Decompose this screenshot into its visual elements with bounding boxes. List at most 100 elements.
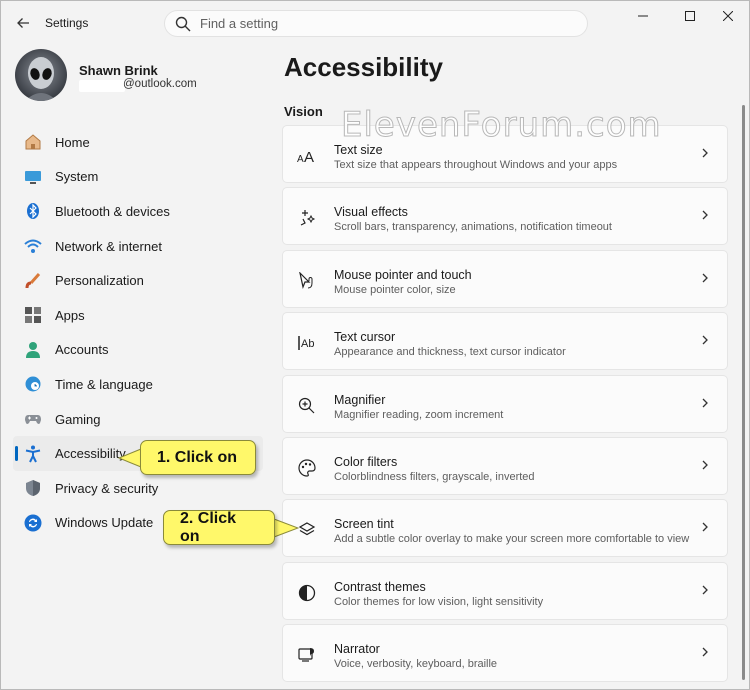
search-input[interactable] xyxy=(200,16,560,31)
contrast-icon xyxy=(297,583,317,603)
chevron-right-icon xyxy=(702,647,708,657)
card-subtitle: Text size that appears throughout Window… xyxy=(334,159,618,171)
sidebar-item-label: Time & language xyxy=(55,376,153,392)
sidebar-item-time-language[interactable]: Time & language xyxy=(13,367,263,402)
card-narrator[interactable]: Narrator Voice, verbosity, keyboard, bra… xyxy=(282,624,728,683)
minimize-button[interactable] xyxy=(620,1,666,31)
callout-text: 1. Click on xyxy=(157,448,238,466)
svg-text:A: A xyxy=(304,149,314,163)
chevron-right-icon xyxy=(702,273,708,283)
sidebar-item-label: Personalization xyxy=(55,273,144,289)
text-cursor-icon: Ab xyxy=(297,333,317,353)
sidebar-item-accounts[interactable]: Accounts xyxy=(13,333,263,368)
chevron-right-icon xyxy=(702,210,708,220)
maximize-icon xyxy=(685,11,695,21)
chevron-right-icon xyxy=(702,335,708,345)
card-subtitle: Voice, verbosity, keyboard, braille xyxy=(334,658,498,671)
apps-icon xyxy=(24,306,42,324)
card-subtitle: Scroll bars, transparency, animations, n… xyxy=(334,221,612,234)
bluetooth-icon xyxy=(24,202,42,220)
card-magnifier[interactable]: Magnifier Magnifier reading, zoom increm… xyxy=(282,374,728,433)
callout-step-2: 2. Click on xyxy=(163,510,275,545)
sidebar-item-label: Gaming xyxy=(55,411,101,427)
app-title: Settings xyxy=(45,16,89,30)
sidebar-item-gaming[interactable]: Gaming xyxy=(13,402,263,437)
callout-pointer-2 xyxy=(273,518,299,538)
card-subtitle: Magnifier reading, zoom increment xyxy=(334,408,504,421)
sidebar-item-label: Accessibility xyxy=(55,446,126,462)
card-contrast-themes[interactable]: Contrast themes Color themes for low vis… xyxy=(282,561,728,620)
card-visual-effects[interactable]: Visual effects Scroll bars, transparency… xyxy=(282,187,728,246)
card-text-cursor[interactable]: Ab Text cursor Appearance and thickness,… xyxy=(282,312,728,371)
narrator-icon xyxy=(297,645,317,665)
search-box[interactable] xyxy=(164,10,588,37)
shield-icon xyxy=(24,479,42,497)
chevron-right-icon xyxy=(702,398,708,408)
update-icon xyxy=(24,514,42,532)
sidebar-item-apps[interactable]: Apps xyxy=(13,298,263,333)
sidebar-item-label: Apps xyxy=(55,307,85,323)
card-screen-tint[interactable]: Screen tint Add a subtle color overlay t… xyxy=(282,499,728,558)
card-subtitle: Mouse pointer color, size xyxy=(334,283,456,296)
settings-card-list: AA Text size Text size that appears thro… xyxy=(282,125,728,687)
palette-icon xyxy=(297,458,317,478)
person-icon xyxy=(24,341,42,359)
sidebar-item-label: Windows Update xyxy=(55,515,154,531)
profile-name: Shawn Brink xyxy=(79,63,158,78)
home-icon xyxy=(24,133,42,151)
sidebar-item-label: Accounts xyxy=(55,342,109,358)
magnifier-icon xyxy=(297,396,317,416)
pointer-icon xyxy=(297,271,317,291)
watermark: ElevenForum.com xyxy=(341,105,662,146)
settings-window: Settings Shawn Brink @outlook.com xyxy=(0,0,750,690)
close-button[interactable] xyxy=(705,1,749,31)
title-bar: Settings xyxy=(1,1,749,45)
sidebar-item-bluetooth[interactable]: Bluetooth & devices xyxy=(13,194,263,229)
sidebar-item-label: System xyxy=(55,169,99,185)
minimize-icon xyxy=(638,15,648,17)
sparkle-icon xyxy=(297,208,317,228)
layers-icon xyxy=(297,520,317,540)
alien-avatar-icon xyxy=(25,57,57,101)
callout-pointer-1 xyxy=(118,448,142,468)
chevron-right-icon xyxy=(702,522,708,532)
card-title: Mouse pointer and touch xyxy=(334,267,472,282)
globe-clock-icon xyxy=(24,375,42,393)
sidebar-item-personalization[interactable]: Personalization xyxy=(13,263,263,298)
sidebar-item-home[interactable]: Home xyxy=(13,125,263,160)
svg-text:A: A xyxy=(297,154,304,163)
chevron-right-icon xyxy=(702,460,708,470)
card-title: Color filters xyxy=(334,454,398,469)
section-heading: Vision xyxy=(284,104,323,119)
sidebar-item-label: Privacy & security xyxy=(55,480,159,496)
sidebar-item-label: Home xyxy=(55,134,90,150)
email-redaction xyxy=(79,80,125,92)
svg-text:Ab: Ab xyxy=(301,338,314,350)
card-title: Text cursor xyxy=(334,330,396,345)
sidebar-item-system[interactable]: System xyxy=(13,160,263,195)
card-mouse-pointer[interactable]: Mouse pointer and touch Mouse pointer co… xyxy=(282,249,728,308)
text-size-icon: AA xyxy=(297,146,317,166)
sidebar-item-privacy-security[interactable]: Privacy & security xyxy=(13,471,263,506)
callout-text: 2. Click on xyxy=(180,509,237,545)
brush-icon xyxy=(24,272,42,290)
sidebar-item-network[interactable]: Network & internet xyxy=(13,229,263,264)
sidebar-item-label: Network & internet xyxy=(55,238,162,254)
scrollbar[interactable] xyxy=(742,105,745,680)
card-title: Magnifier xyxy=(334,392,386,407)
gamepad-icon xyxy=(24,410,42,428)
card-color-filters[interactable]: Color filters Colorblindness filters, gr… xyxy=(282,436,728,495)
chevron-right-icon xyxy=(702,585,708,595)
profile-email: @outlook.com xyxy=(123,78,197,90)
card-title: Contrast themes xyxy=(334,579,426,594)
chevron-right-icon xyxy=(702,148,708,158)
accessibility-icon xyxy=(24,445,42,463)
wifi-icon xyxy=(24,237,42,255)
card-title: Text size xyxy=(334,143,383,157)
system-icon xyxy=(24,168,42,186)
back-button[interactable] xyxy=(11,11,35,35)
search-icon xyxy=(175,16,191,31)
sidebar-nav: Home System Bluetooth & devices Network … xyxy=(13,125,263,540)
card-title: Visual effects xyxy=(334,205,408,220)
avatar[interactable] xyxy=(15,49,67,101)
